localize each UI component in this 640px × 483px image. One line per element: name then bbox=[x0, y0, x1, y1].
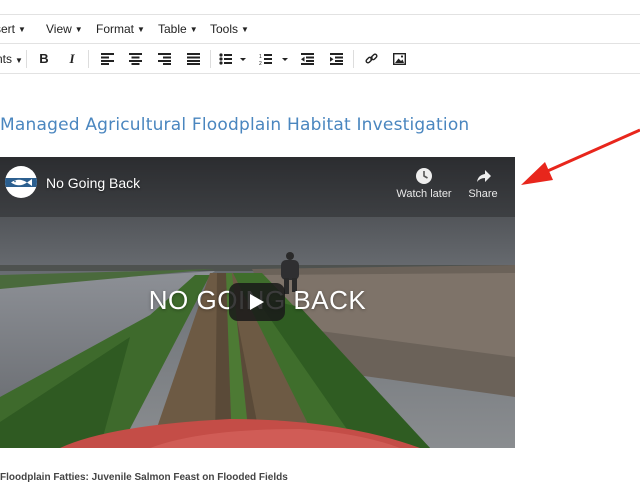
indent-icon bbox=[329, 53, 343, 65]
watch-later-button[interactable]: Watch later bbox=[394, 167, 454, 200]
chevron-down-icon: ▼ bbox=[241, 25, 249, 34]
video-title[interactable]: No Going Back bbox=[46, 175, 140, 191]
menu-tools-label: Tools bbox=[210, 22, 239, 36]
align-justify-icon bbox=[186, 53, 200, 65]
video-embed[interactable]: No Going Back Watch later Share NO GOING… bbox=[0, 157, 515, 448]
chevron-down-icon: ▼ bbox=[15, 56, 23, 65]
menu-bar: Insert▼ View▼ Format▼ Table▼ Tools▼ bbox=[0, 14, 640, 44]
align-right-icon bbox=[157, 53, 171, 65]
fonts-dropdown[interactable]: Fonts▼ bbox=[0, 48, 23, 70]
chevron-down-icon: ▼ bbox=[189, 25, 198, 34]
menu-insert[interactable]: Insert▼ bbox=[0, 15, 26, 43]
bullet-list-icon bbox=[219, 53, 246, 65]
menu-tools[interactable]: Tools ▼ bbox=[210, 15, 249, 43]
image-icon bbox=[392, 53, 406, 65]
fonts-dropdown-label: Fonts bbox=[0, 52, 13, 66]
fish-logo-icon bbox=[5, 178, 37, 187]
bold-icon: B bbox=[39, 51, 49, 66]
align-justify-button[interactable] bbox=[182, 48, 204, 70]
menu-insert-label: Insert bbox=[0, 22, 16, 36]
share-button[interactable]: Share bbox=[453, 167, 513, 200]
align-left-button[interactable] bbox=[96, 48, 118, 70]
align-left-icon bbox=[100, 53, 114, 65]
link-icon bbox=[364, 53, 378, 64]
menu-view[interactable]: View ▼ bbox=[46, 15, 83, 43]
italic-icon: I bbox=[69, 51, 75, 66]
svg-text:2: 2 bbox=[259, 61, 262, 65]
chevron-down-icon: ▼ bbox=[137, 25, 145, 34]
toolbar-divider bbox=[210, 50, 211, 68]
chevron-down-icon: ▼ bbox=[18, 25, 26, 34]
insert-link-button[interactable] bbox=[360, 48, 382, 70]
page-heading: Managed Agricultural Floodplain Habitat … bbox=[0, 115, 470, 135]
clock-icon bbox=[416, 168, 432, 184]
play-button[interactable] bbox=[229, 283, 285, 321]
share-label: Share bbox=[468, 188, 498, 200]
video-caption: Floodplain Fatties: Juvenile Salmon Feas… bbox=[0, 472, 288, 483]
bold-button[interactable]: B bbox=[34, 48, 54, 70]
numbered-list-icon: 12 bbox=[259, 54, 288, 65]
svg-text:1: 1 bbox=[259, 54, 262, 60]
channel-logo[interactable] bbox=[5, 166, 37, 198]
italic-button[interactable]: I bbox=[62, 48, 82, 70]
indent-button[interactable] bbox=[325, 48, 347, 70]
toolbar: Fonts▼ B I 12 bbox=[0, 44, 640, 74]
watch-later-label: Watch later bbox=[396, 188, 452, 200]
bullet-list-button[interactable] bbox=[217, 48, 249, 70]
toolbar-divider bbox=[88, 50, 89, 68]
annotation-arrow-icon bbox=[521, 128, 640, 185]
chevron-down-icon: ▼ bbox=[74, 25, 83, 34]
align-center-button[interactable] bbox=[124, 48, 146, 70]
toolbar-divider bbox=[26, 50, 27, 68]
menu-format[interactable]: Format ▼ bbox=[96, 15, 145, 43]
numbered-list-button[interactable]: 12 bbox=[257, 48, 291, 70]
outdent-button[interactable] bbox=[296, 48, 318, 70]
menu-table-label: Table bbox=[158, 22, 187, 36]
align-right-button[interactable] bbox=[153, 48, 175, 70]
play-icon bbox=[250, 294, 264, 310]
insert-image-button[interactable] bbox=[388, 48, 410, 70]
share-icon bbox=[477, 170, 491, 182]
menu-table[interactable]: Table ▼ bbox=[158, 15, 198, 43]
menu-format-label: Format bbox=[96, 22, 135, 36]
align-center-icon bbox=[128, 53, 142, 65]
toolbar-divider bbox=[353, 50, 354, 68]
outdent-icon bbox=[300, 53, 314, 65]
menu-view-label: View bbox=[46, 22, 72, 36]
